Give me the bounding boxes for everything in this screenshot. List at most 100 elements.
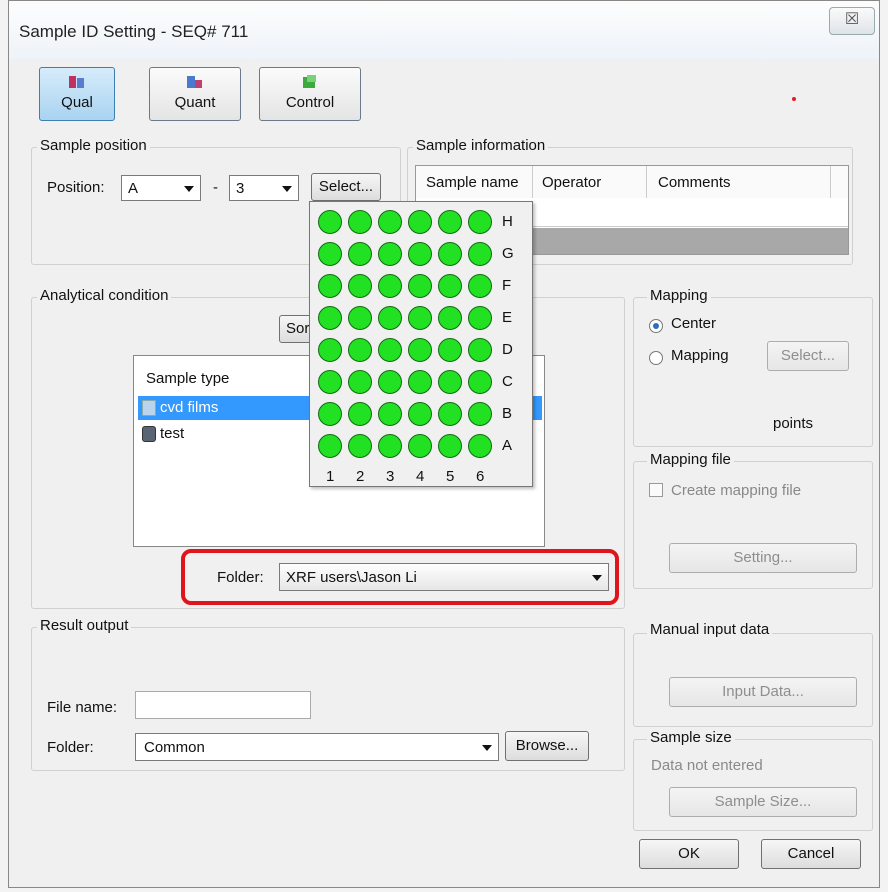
qual-button[interactable]: Qual	[39, 67, 115, 121]
well-H4[interactable]	[408, 210, 432, 234]
well-A6[interactable]	[468, 434, 492, 458]
title-bar: Sample ID Setting - SEQ# 711 ☒	[9, 1, 879, 59]
position-grid-popup: HGFEDCBA 1 2 3 4 5 6	[309, 201, 533, 487]
well-E1[interactable]	[318, 306, 342, 330]
well-A2[interactable]	[348, 434, 372, 458]
column-label: 5	[446, 468, 455, 485]
result-folder-select[interactable]: Common	[135, 733, 499, 761]
well-A5[interactable]	[438, 434, 462, 458]
well-E4[interactable]	[408, 306, 432, 330]
well-D1[interactable]	[318, 338, 342, 362]
folder-value: XRF users\Jason Li	[286, 569, 417, 586]
well-C3[interactable]	[378, 370, 402, 394]
well-D6[interactable]	[468, 338, 492, 362]
well-F5[interactable]	[438, 274, 462, 298]
well-A4[interactable]	[408, 434, 432, 458]
list-item-label: test	[160, 425, 185, 442]
browse-button[interactable]: Browse...	[505, 731, 589, 761]
points-label: points	[773, 415, 814, 432]
row-label: G	[502, 245, 514, 262]
well-G4[interactable]	[408, 242, 432, 266]
well-G3[interactable]	[378, 242, 402, 266]
position-separator: -	[213, 179, 218, 196]
create-mapping-file-checkbox[interactable]	[649, 483, 663, 497]
well-C1[interactable]	[318, 370, 342, 394]
well-B3[interactable]	[378, 402, 402, 426]
well-F6[interactable]	[468, 274, 492, 298]
well-E3[interactable]	[378, 306, 402, 330]
red-dot	[792, 97, 796, 101]
dialog-window: Sample ID Setting - SEQ# 711 ☒ Qual Quan…	[8, 0, 880, 888]
mapping-select-button[interactable]: Select...	[767, 341, 849, 371]
list-item-label: cvd films	[160, 399, 219, 416]
well-F1[interactable]	[318, 274, 342, 298]
well-D3[interactable]	[378, 338, 402, 362]
column-label: 3	[386, 468, 395, 485]
well-C5[interactable]	[438, 370, 462, 394]
mapping-file-label: Mapping file	[647, 451, 734, 468]
well-B1[interactable]	[318, 402, 342, 426]
folder-select[interactable]: XRF users\Jason Li	[279, 563, 609, 591]
position-label: Position:	[47, 179, 105, 196]
quant-button[interactable]: Quant	[149, 67, 241, 121]
cylinder-icon	[142, 400, 156, 416]
ok-button[interactable]: OK	[639, 839, 739, 869]
well-B4[interactable]	[408, 402, 432, 426]
well-B2[interactable]	[348, 402, 372, 426]
center-label: Center	[671, 315, 717, 332]
well-H5[interactable]	[438, 210, 462, 234]
well-F2[interactable]	[348, 274, 372, 298]
well-F4[interactable]	[408, 274, 432, 298]
position-row-select[interactable]: A	[121, 175, 201, 201]
cylinder-icon	[142, 426, 156, 442]
position-col-select[interactable]: 3	[229, 175, 299, 201]
column-label: 2	[356, 468, 365, 485]
well-C4[interactable]	[408, 370, 432, 394]
input-data-button[interactable]: Input Data...	[669, 677, 857, 707]
control-button[interactable]: Control	[259, 67, 361, 121]
setting-button[interactable]: Setting...	[669, 543, 857, 573]
column-comments[interactable]: Comments	[658, 174, 731, 191]
mapping-radio[interactable]	[649, 351, 663, 365]
well-G5[interactable]	[438, 242, 462, 266]
row-label: C	[502, 373, 513, 390]
column-sample-name[interactable]: Sample name	[426, 174, 519, 191]
well-B5[interactable]	[438, 402, 462, 426]
well-D4[interactable]	[408, 338, 432, 362]
close-button[interactable]: ☒	[829, 7, 875, 35]
well-H3[interactable]	[378, 210, 402, 234]
well-E2[interactable]	[348, 306, 372, 330]
well-D2[interactable]	[348, 338, 372, 362]
well-E5[interactable]	[438, 306, 462, 330]
qual-icon	[69, 76, 84, 88]
center-radio[interactable]	[649, 319, 663, 333]
column-operator[interactable]: Operator	[542, 174, 601, 191]
well-H1[interactable]	[318, 210, 342, 234]
sample-size-button[interactable]: Sample Size...	[669, 787, 857, 817]
sample-size-group	[633, 739, 873, 831]
mapping-label: Mapping	[647, 287, 711, 304]
well-G6[interactable]	[468, 242, 492, 266]
row-label: E	[502, 309, 513, 326]
well-D5[interactable]	[438, 338, 462, 362]
row-label: B	[502, 405, 513, 422]
well-C2[interactable]	[348, 370, 372, 394]
position-select-button[interactable]: Select...	[311, 173, 381, 201]
well-A3[interactable]	[378, 434, 402, 458]
mapping-group	[633, 297, 873, 447]
well-C6[interactable]	[468, 370, 492, 394]
chevron-down-icon	[592, 575, 602, 581]
cancel-button[interactable]: Cancel	[761, 839, 861, 869]
control-label: Control	[285, 94, 335, 111]
well-F3[interactable]	[378, 274, 402, 298]
well-G2[interactable]	[348, 242, 372, 266]
well-H2[interactable]	[348, 210, 372, 234]
result-folder-value: Common	[144, 739, 205, 756]
well-H6[interactable]	[468, 210, 492, 234]
well-E6[interactable]	[468, 306, 492, 330]
well-A1[interactable]	[318, 434, 342, 458]
file-name-input[interactable]	[135, 691, 311, 719]
well-B6[interactable]	[468, 402, 492, 426]
row-label: H	[502, 213, 513, 230]
well-G1[interactable]	[318, 242, 342, 266]
